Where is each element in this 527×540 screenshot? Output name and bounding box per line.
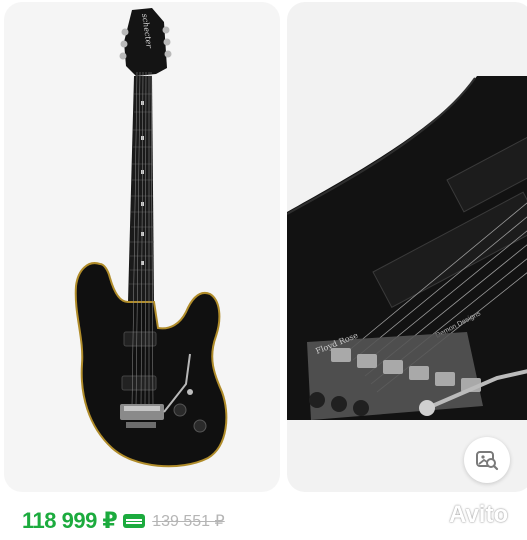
avito-logo-icon (420, 505, 445, 525)
image-search-button[interactable] (464, 437, 510, 483)
guitar-full-image: schecter (74, 8, 228, 468)
discount-tag-icon (123, 514, 146, 528)
price-row: 118 999 ₽ 139 551 ₽ (22, 506, 225, 536)
avito-watermark: Avito (420, 500, 508, 530)
watermark-text: Avito (449, 501, 509, 528)
photo-guitar-closeup[interactable]: Demon Designs Floyd Rose (287, 2, 527, 492)
old-price: 139 551 ₽ (152, 513, 225, 530)
image-search-icon (476, 451, 499, 471)
photo-guitar-full[interactable]: schecter (4, 2, 280, 492)
guitar-closeup-image: Demon Designs Floyd Rose (287, 76, 527, 420)
price: 118 999 ₽ (22, 508, 118, 533)
